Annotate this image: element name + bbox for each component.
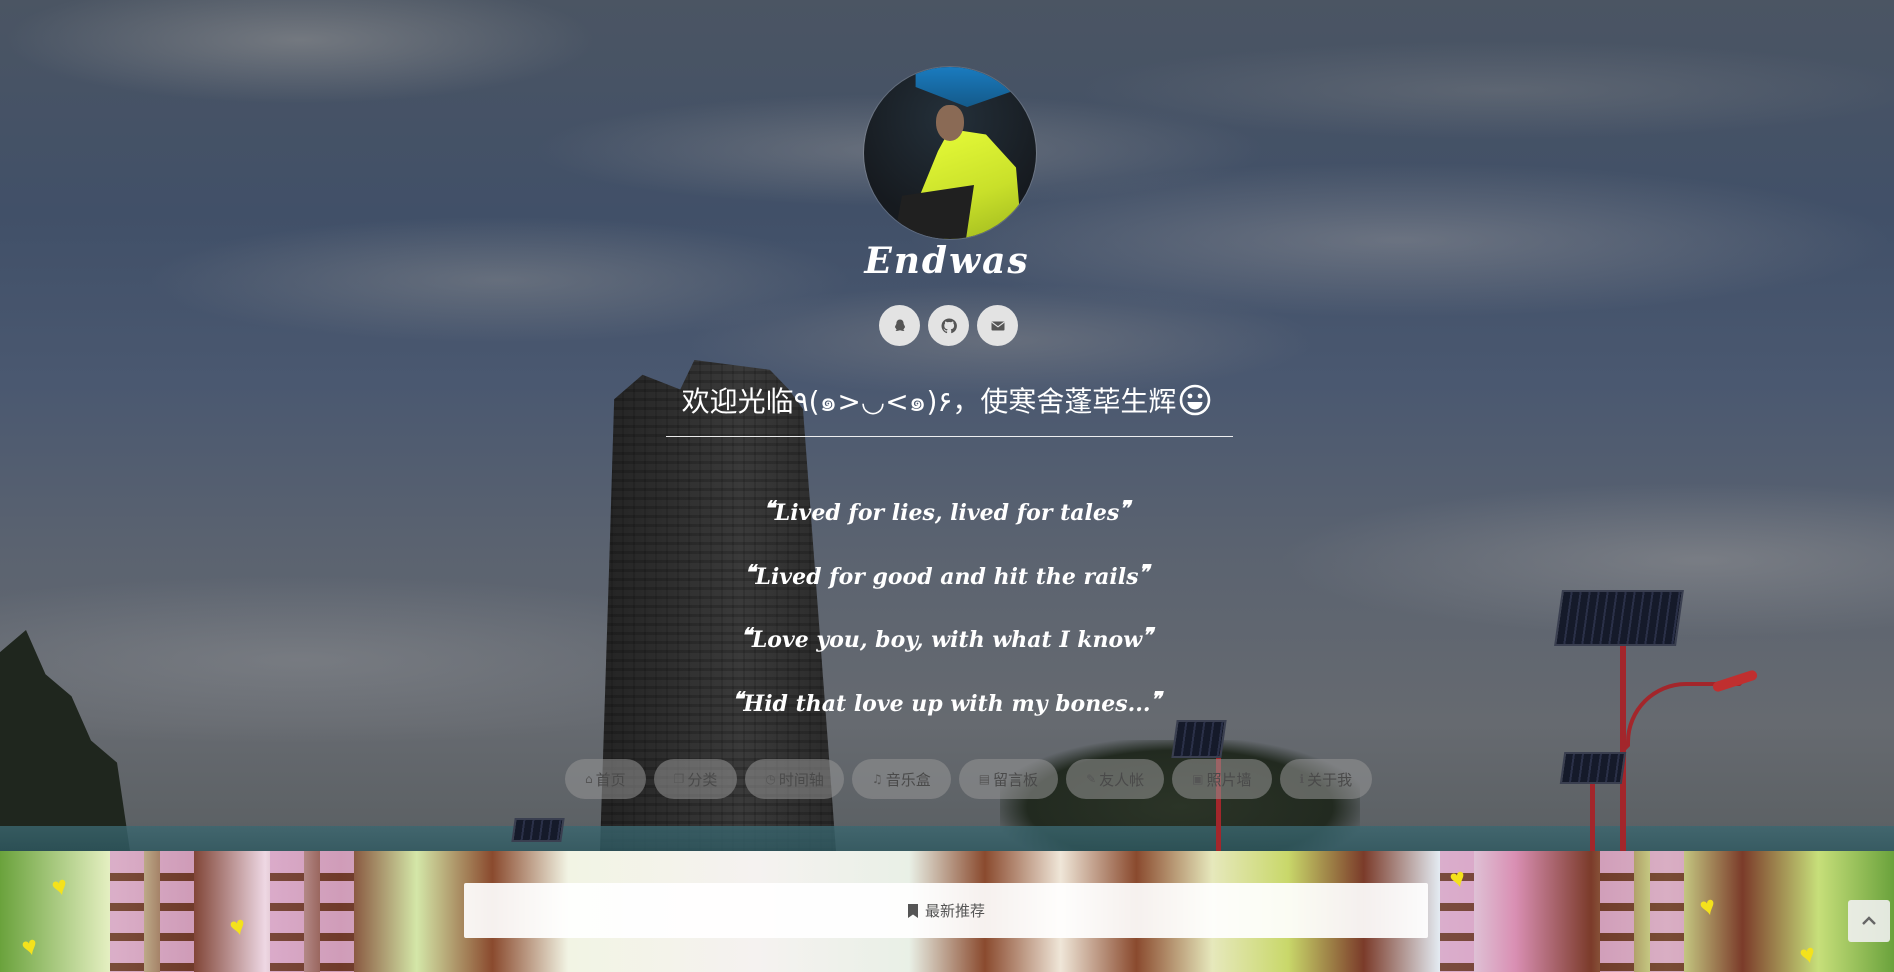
envelope-icon (990, 321, 1005, 330)
nav-about[interactable]: ℹ 关于我 (1279, 759, 1373, 799)
bookmark-icon (907, 903, 918, 918)
close-quote-icon: ❞ (1150, 686, 1162, 711)
smiley-icon (1178, 383, 1212, 424)
lyric-line: ❝Lived for lies, lived for tales❞ (0, 486, 1894, 550)
clock-icon: ◷ (765, 772, 776, 786)
nav-home[interactable]: ⌂ 首页 (565, 759, 646, 799)
banner-figure (320, 851, 354, 972)
page: Endwas 欢迎光临٩(๑>◡<๑)۶，使寒舍蓬荜生辉 ❝Lived for … (0, 0, 1894, 972)
open-quote-icon: ❝ (741, 623, 752, 647)
nav-label: 照片墙 (1206, 770, 1252, 789)
nav-label: 友人帐 (1099, 770, 1145, 789)
github-button[interactable] (928, 305, 969, 346)
email-button[interactable] (977, 305, 1018, 346)
lyric-line: ❝Love you, boy, with what I know❞ (0, 613, 1894, 677)
close-quote-icon: ❞ (1142, 623, 1153, 647)
welcome-text: 欢迎光临٩(๑>◡<๑)۶，使寒舍蓬荜生辉 (681, 385, 1177, 418)
github-icon (941, 317, 957, 333)
featured-label: 最新推荐 (924, 902, 985, 920)
open-quote-icon: ❝ (732, 686, 744, 711)
nav-label: 时间轴 (778, 770, 824, 789)
banner-figure (1650, 851, 1684, 972)
avatar[interactable] (864, 67, 1036, 239)
solar-panel (511, 818, 565, 842)
solar-panel (1559, 752, 1627, 784)
qq-penguin-icon (894, 319, 905, 331)
nav-label: 首页 (595, 770, 626, 789)
banner-figure (270, 851, 304, 972)
lamp-pole (1590, 780, 1595, 851)
nav-label: 关于我 (1307, 770, 1353, 789)
lyrics: ❝Lived for lies, lived for tales❞ ❝Lived… (0, 486, 1894, 740)
lyric-text: Hid that love up with my bones... (743, 690, 1151, 717)
featured-header[interactable]: 最新推荐 (464, 883, 1428, 938)
lyric-text: Love you, boy, with what I know (751, 627, 1143, 653)
nav-label: 音乐盒 (885, 770, 931, 789)
back-to-top-button[interactable] (1848, 900, 1890, 942)
lyric-line: ❝Lived for good and hit the rails❞ (0, 550, 1894, 614)
nav-categories[interactable]: ❐ 分类 (653, 759, 738, 799)
welcome-message: 欢迎光临٩(๑>◡<๑)۶，使寒舍蓬荜生辉 (0, 380, 1894, 424)
heart-decoration: ♥ (1696, 889, 1719, 923)
nav-timeline[interactable]: ◷ 时间轴 (745, 759, 844, 799)
copy-icon: ❐ (673, 772, 685, 786)
qq-button[interactable] (879, 305, 920, 346)
heart-decoration: ♥ (1796, 937, 1819, 971)
nav-guestbook[interactable]: ▤ 留言板 (958, 759, 1059, 799)
social-links (879, 305, 1018, 346)
chevron-up-icon (1862, 916, 1876, 925)
sea-strip (0, 826, 1894, 851)
nav-label: 分类 (687, 770, 718, 789)
nav-photos[interactable]: ▣ 照片墙 (1172, 759, 1272, 799)
image-icon: ▣ (1192, 772, 1204, 786)
music-icon: ♫ (871, 772, 883, 786)
main-nav: ⌂ 首页 ❐ 分类 ◷ 时间轴 ♫ 音乐盒 ▤ 留言板 ✎ 友人帐 ▣ 照片墙 ℹ 关于我 (565, 759, 1373, 799)
lyric-text: Lived for good and hit the rails (755, 563, 1139, 590)
lyric-text: Lived for lies, lived for tales (774, 500, 1120, 526)
open-quote-icon: ❝ (763, 496, 775, 520)
open-quote-icon: ❝ (744, 559, 756, 584)
heart-decoration: ♥ (48, 869, 71, 903)
pencil-icon: ✎ (1086, 772, 1097, 786)
heart-decoration: ♥ (226, 909, 249, 943)
banner-figure (1600, 851, 1634, 972)
nav-friends[interactable]: ✎ 友人帐 (1066, 759, 1165, 799)
site-name: Endwas (864, 240, 1030, 282)
info-icon: ℹ (1299, 772, 1305, 786)
heart-decoration: ♥ (18, 929, 41, 963)
lyric-line: ❝Hid that love up with my bones...❞ (0, 677, 1894, 741)
close-quote-icon: ❞ (1119, 496, 1131, 520)
banner-figure (160, 851, 194, 972)
nav-music[interactable]: ♫ 音乐盒 (851, 759, 951, 799)
close-quote-icon: ❞ (1138, 559, 1150, 584)
welcome-divider (666, 436, 1233, 437)
book-icon: ▤ (978, 772, 991, 786)
home-icon: ⌂ (585, 772, 593, 786)
nav-label: 留言板 (993, 770, 1039, 789)
banner-figure (110, 851, 144, 972)
